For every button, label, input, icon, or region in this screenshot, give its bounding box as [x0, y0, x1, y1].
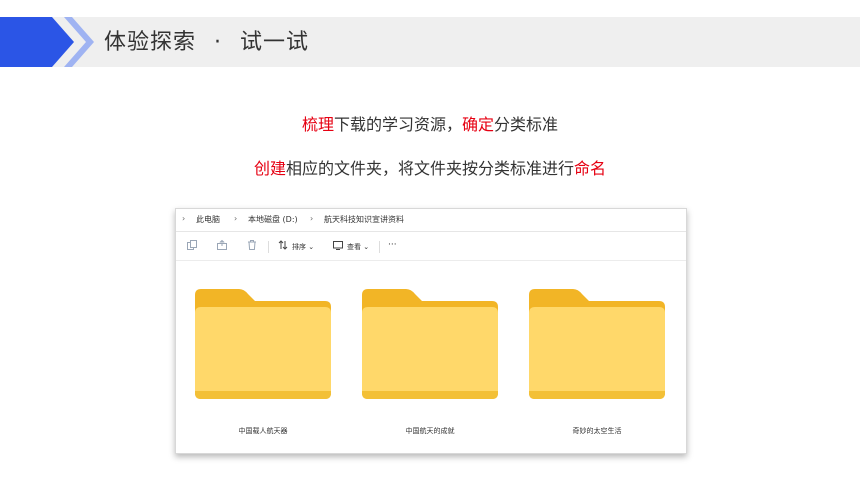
instruction-line-1: 梳理下载的学习资源，确定分类标准 [0, 111, 860, 135]
more-options-button[interactable]: ··· [388, 240, 397, 250]
breadcrumb-local-disk[interactable]: 本地磁盘 (D:) [248, 214, 298, 225]
delete-icon[interactable] [246, 239, 258, 251]
sort-label: 排序 [292, 243, 306, 251]
chevron-right-icon: › [234, 214, 238, 223]
view-button[interactable]: 查看 ⌄ [347, 242, 369, 252]
folder-label[interactable]: 中国航天的成就 [360, 426, 500, 436]
instruction-1-text-1: 下载的学习资源， [333, 115, 462, 134]
view-icon[interactable] [332, 239, 344, 251]
chevron-down-icon: ⌄ [308, 243, 315, 251]
breadcrumb-this-pc[interactable]: 此电脑 [196, 214, 220, 225]
folder-icon[interactable] [360, 289, 500, 399]
slide-title-main: 体验探索 [104, 30, 197, 55]
view-label: 查看 [347, 243, 361, 251]
command-bar: 排序 ⌄ 查看 ⌄ ··· [176, 232, 686, 261]
toolbar-divider [379, 241, 380, 253]
instruction-1-text-2: 分类标准 [494, 115, 559, 134]
title-separator: · [214, 30, 223, 55]
instruction-2-highlight-2: 命名 [574, 159, 607, 178]
chevron-right-icon: › [182, 214, 186, 223]
folder-label[interactable]: 奇妙的太空生活 [527, 426, 667, 436]
instruction-2-highlight-1: 创建 [253, 159, 286, 178]
address-bar[interactable]: › 此电脑 › 本地磁盘 (D:) › 航天科技知识宣讲资料 [176, 209, 686, 232]
folder-label[interactable]: 中国载人航天器 [193, 426, 333, 436]
folder-icon[interactable] [527, 289, 667, 399]
slide-title-sub: 试一试 [240, 30, 310, 55]
toolbar-divider [268, 241, 269, 253]
instruction-1-highlight-1: 梳理 [301, 115, 334, 134]
instruction-line-2: 创建相应的文件夹，将文件夹按分类标准进行命名 [0, 155, 860, 179]
copy-icon[interactable] [186, 239, 198, 251]
slide-title: 体验探索 · 试一试 [104, 18, 309, 68]
header-accent-chevron [0, 17, 94, 67]
breadcrumb-current-folder[interactable]: 航天科技知识宣讲资料 [324, 214, 404, 225]
sort-icon[interactable] [277, 239, 289, 251]
chevron-right-icon: › [310, 214, 314, 223]
share-icon[interactable] [216, 239, 228, 251]
chevron-down-icon: ⌄ [363, 243, 370, 251]
sort-button[interactable]: 排序 ⌄ [292, 242, 314, 252]
file-explorer-window: › 此电脑 › 本地磁盘 (D:) › 航天科技知识宣讲资料 排序 ⌄ 查看 ⌄… [175, 208, 687, 454]
instruction-1-highlight-2: 确定 [462, 115, 495, 134]
folder-icon[interactable] [193, 289, 333, 399]
instruction-2-text-1: 相应的文件夹，将文件夹按分类标准进行 [285, 159, 574, 178]
